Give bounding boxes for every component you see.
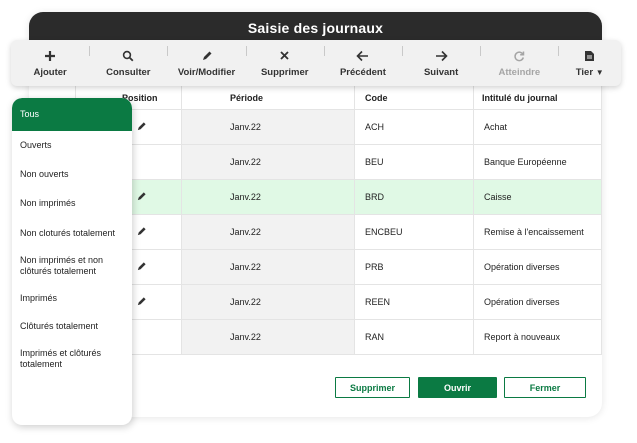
table-row[interactable]: Janv.22 REEN Opération diverses — [75, 284, 602, 320]
table-row[interactable]: Janv.22 ENCBEU Remise à l'encaissement — [75, 214, 602, 250]
filter-item[interactable]: Ouverts — [12, 131, 132, 160]
consult-button-label: Consulter — [106, 66, 151, 78]
close-icon — [278, 49, 292, 63]
row-intitule-cell: Report à nouveaux — [473, 319, 602, 355]
add-button-label: Ajouter — [33, 66, 67, 78]
next-button[interactable]: Suivant — [402, 40, 480, 86]
filter-item[interactable]: Non ouverts — [12, 160, 132, 189]
delete-button-label: Supprimer — [260, 66, 309, 78]
document-icon — [583, 49, 597, 63]
search-icon — [121, 49, 135, 63]
pencil-icon[interactable] — [136, 296, 147, 309]
table-row[interactable]: Janv.22 RAN Report à nouveaux — [75, 319, 602, 355]
filter-item[interactable]: Tous — [12, 98, 132, 131]
row-intitule-cell: Opération diverses — [473, 249, 602, 285]
row-code-cell: REEN — [354, 284, 474, 320]
filter-item[interactable]: Non imprimés et non clôturés totalement — [12, 248, 132, 284]
row-periode-cell: Janv.22 — [181, 179, 355, 215]
row-intitule-cell: Banque Européenne — [473, 144, 602, 180]
row-periode-cell: Janv.22 — [181, 109, 355, 145]
pencil-icon[interactable] — [136, 261, 147, 274]
row-periode-cell: Janv.22 — [181, 214, 355, 250]
table-row[interactable]: Janv.22 PRB Opération diverses — [75, 249, 602, 285]
pencil-icon[interactable] — [136, 191, 147, 204]
fermer-button[interactable]: Fermer — [504, 377, 586, 398]
row-intitule-cell: Caisse — [473, 179, 602, 215]
filter-item[interactable]: Non imprimés — [12, 189, 132, 218]
delete-button[interactable]: Supprimer — [245, 40, 324, 86]
table-header-row: Position Période Code Intitulé du journa… — [75, 85, 602, 110]
previous-button[interactable]: Précédent — [323, 40, 402, 86]
pencil-icon[interactable] — [136, 226, 147, 239]
row-code-cell: ENCBEU — [354, 214, 474, 250]
row-intitule-cell: Remise à l'encaissement — [473, 214, 602, 250]
row-code-cell: PRB — [354, 249, 474, 285]
arrow-left-icon — [356, 49, 370, 63]
toolbar: Ajouter Consulter Voir/Modifier Supprime… — [11, 40, 621, 86]
table-row[interactable]: Janv.22 ACH Achat — [75, 109, 602, 145]
supprimer-button[interactable]: Supprimer — [335, 377, 410, 398]
row-code-cell: RAN — [354, 319, 474, 355]
next-button-label: Suivant — [423, 66, 459, 78]
column-header-intitule[interactable]: Intitulé du journal — [473, 85, 602, 110]
ouvrir-button[interactable]: Ouvrir — [418, 377, 497, 398]
journal-table: Position Période Code Intitulé du journa… — [75, 85, 602, 355]
table-body: Janv.22 ACH Achat Janv.22 BEU Banque Européen… — [75, 109, 602, 355]
row-intitule-cell: Opération diverses — [473, 284, 602, 320]
row-periode-cell: Janv.22 — [181, 284, 355, 320]
chevron-down-icon: ▼ — [595, 67, 604, 77]
filter-item[interactable]: Non cloturés totalement — [12, 218, 132, 248]
row-periode-cell: Janv.22 — [181, 319, 355, 355]
goto-button[interactable]: Atteindre — [480, 40, 558, 86]
filter-item[interactable]: Imprimés — [12, 284, 132, 312]
column-header-periode[interactable]: Période — [181, 85, 355, 110]
tier-dropdown-label: Tier ▼ — [575, 66, 604, 78]
row-code-cell: ACH — [354, 109, 474, 145]
plus-icon — [43, 49, 57, 63]
row-code-cell: BRD — [354, 179, 474, 215]
filter-panel: Tous Ouverts Non ouverts Non imprimés Non cl… — [12, 98, 132, 425]
filter-item[interactable]: Imprimés et clôturés totalement — [12, 340, 132, 377]
edit-button[interactable]: Voir/Modifier — [167, 40, 245, 86]
filter-item[interactable]: Clôturés totalement — [12, 312, 132, 340]
tier-dropdown[interactable]: Tier ▼ — [558, 40, 621, 86]
row-periode-cell: Janv.22 — [181, 249, 355, 285]
consult-button[interactable]: Consulter — [89, 40, 167, 86]
column-header-code[interactable]: Code — [354, 85, 474, 110]
arrow-right-icon — [434, 49, 448, 63]
pencil-icon[interactable] — [136, 121, 147, 134]
table-row[interactable]: Janv.22 BEU Banque Européenne — [75, 144, 602, 180]
row-intitule-cell: Achat — [473, 109, 602, 145]
edit-button-label: Voir/Modifier — [177, 66, 236, 78]
row-periode-cell: Janv.22 — [181, 144, 355, 180]
pencil-icon — [200, 49, 214, 63]
row-code-cell: BEU — [354, 144, 474, 180]
refresh-icon — [512, 49, 526, 63]
add-button[interactable]: Ajouter — [11, 40, 89, 86]
table-row[interactable]: Janv.22 BRD Caisse — [75, 179, 602, 215]
tier-dropdown-content: Tier ▼ — [576, 49, 604, 78]
previous-button-label: Précédent — [339, 66, 386, 78]
goto-button-label: Atteindre — [498, 66, 541, 78]
